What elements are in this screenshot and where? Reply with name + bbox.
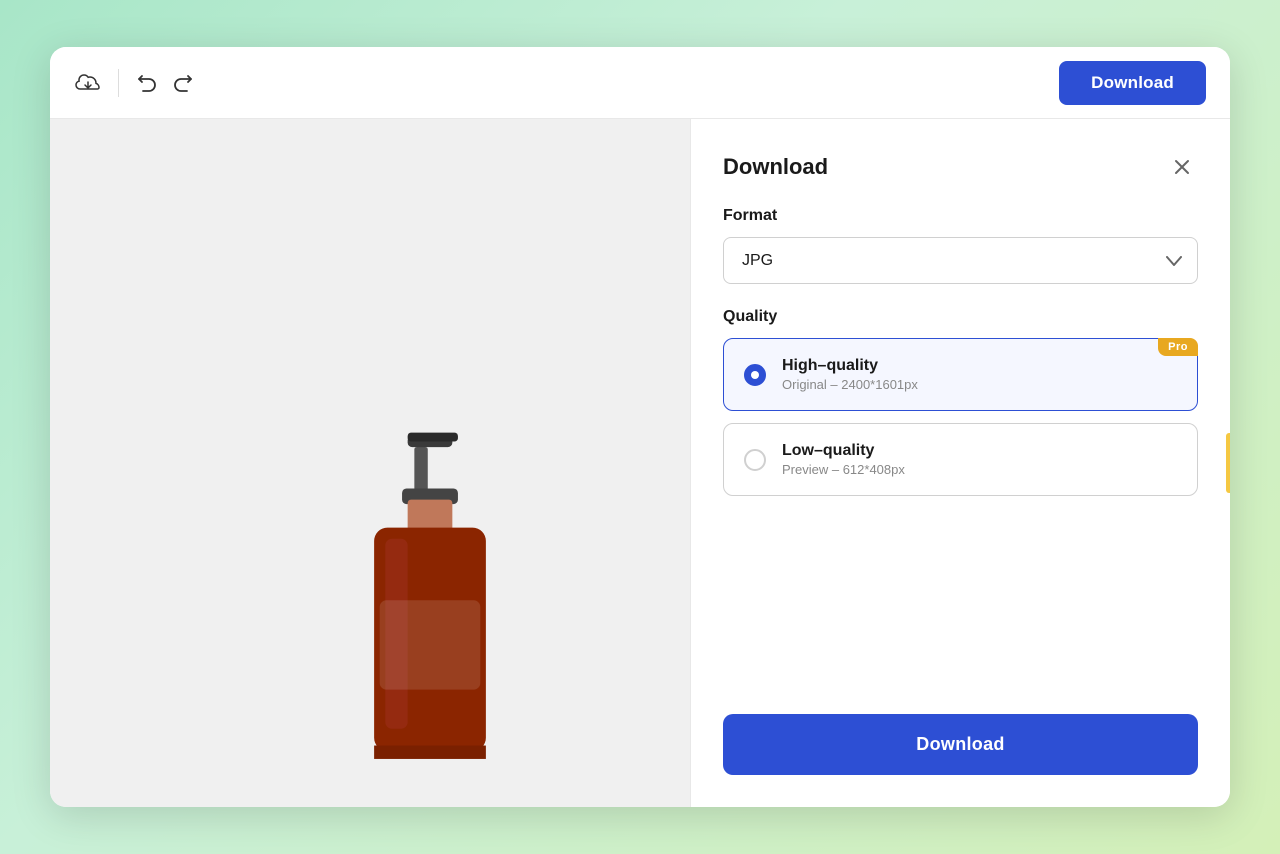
- panel-download-button[interactable]: Download: [723, 714, 1198, 775]
- image-preview: [50, 119, 690, 807]
- bottle-container: [330, 427, 530, 807]
- main-content: Download Format JPG PNG WebP SVG: [50, 119, 1230, 807]
- cloud-icon[interactable]: [74, 71, 102, 95]
- quality-section: Quality High–quality Original – 2400*160…: [723, 308, 1198, 496]
- right-accent: [1226, 433, 1230, 493]
- bottle-svg: [330, 427, 530, 807]
- panel-title: Download: [723, 154, 828, 180]
- quality-desc-low: Preview – 612*408px: [782, 462, 1177, 477]
- radio-high: [744, 364, 766, 386]
- quality-text-high: High–quality Original – 2400*1601px: [782, 357, 1177, 392]
- app-window: Download: [50, 47, 1230, 807]
- toolbar-divider: [118, 69, 119, 97]
- quality-text-low: Low–quality Preview – 612*408px: [782, 442, 1177, 477]
- quality-desc-high: Original – 2400*1601px: [782, 377, 1177, 392]
- quality-name-low: Low–quality: [782, 442, 1177, 460]
- quality-option-low[interactable]: Low–quality Preview – 612*408px: [723, 423, 1198, 496]
- format-select-wrapper: JPG PNG WebP SVG: [723, 237, 1198, 284]
- toolbar-left: [74, 69, 1043, 97]
- header-download-button[interactable]: Download: [1059, 61, 1206, 105]
- radio-inner-high: [751, 371, 759, 379]
- format-select[interactable]: JPG PNG WebP SVG: [723, 237, 1198, 284]
- quality-label: Quality: [723, 308, 1198, 326]
- format-label: Format: [723, 207, 1198, 225]
- quality-options: High–quality Original – 2400*1601px Pro …: [723, 338, 1198, 496]
- pro-badge: Pro: [1158, 338, 1198, 356]
- quality-name-high: High–quality: [782, 357, 1177, 375]
- redo-icon[interactable]: [173, 72, 195, 94]
- undo-icon[interactable]: [135, 72, 157, 94]
- quality-option-high[interactable]: High–quality Original – 2400*1601px Pro: [723, 338, 1198, 411]
- download-panel: Download Format JPG PNG WebP SVG: [690, 119, 1230, 807]
- panel-header: Download: [723, 151, 1198, 183]
- close-button[interactable]: [1166, 151, 1198, 183]
- toolbar: Download: [50, 47, 1230, 119]
- radio-low: [744, 449, 766, 471]
- toolbar-actions: Download: [1059, 61, 1206, 105]
- format-section: Format JPG PNG WebP SVG: [723, 207, 1198, 284]
